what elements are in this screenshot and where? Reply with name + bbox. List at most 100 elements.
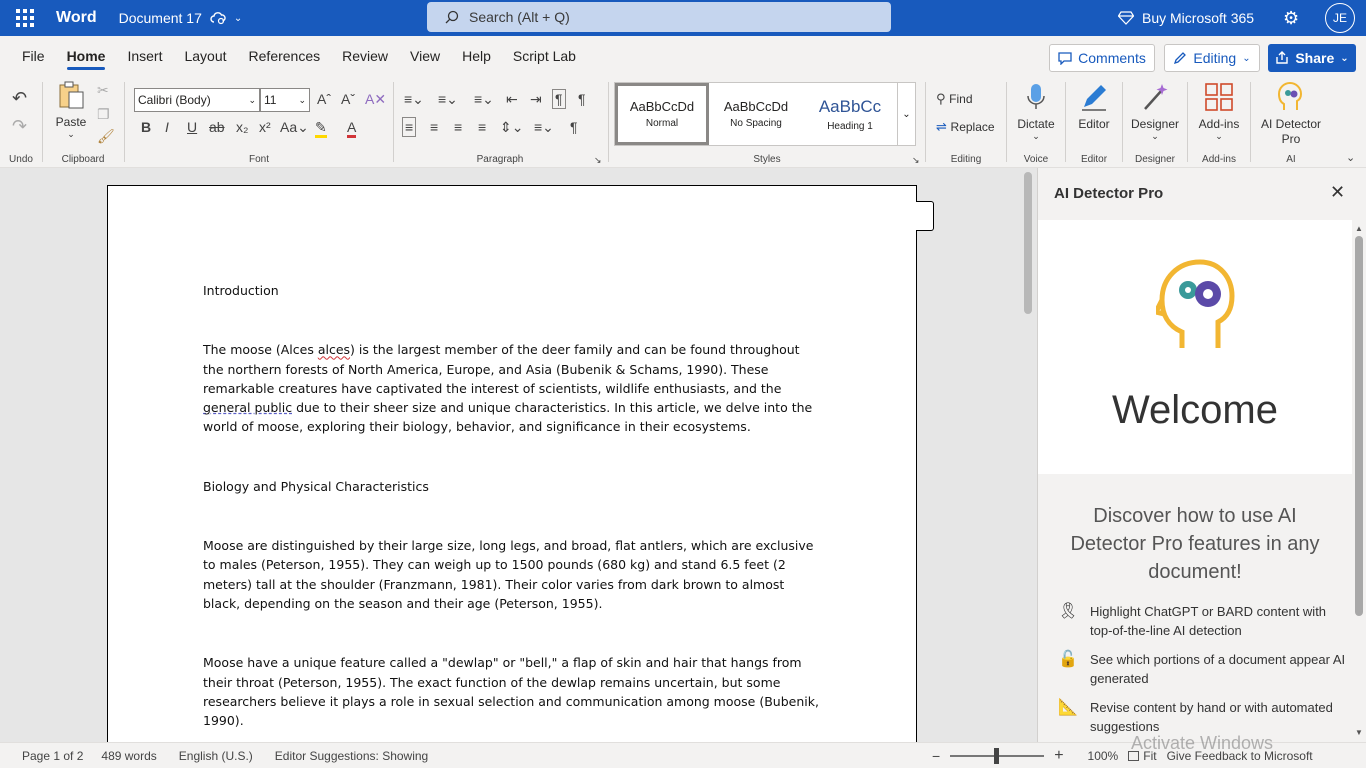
superscript-icon[interactable]: x² bbox=[259, 119, 271, 135]
word-count[interactable]: 489 words bbox=[101, 749, 156, 763]
show-marks-icon[interactable]: ¶ bbox=[570, 119, 578, 135]
clear-formatting-icon[interactable]: A✕ bbox=[365, 91, 386, 107]
zoom-in-button[interactable]: + bbox=[1054, 747, 1063, 765]
bold-icon[interactable]: B bbox=[141, 119, 151, 135]
tab-home[interactable]: Home bbox=[56, 36, 117, 76]
fit-label[interactable]: Fit bbox=[1143, 749, 1156, 763]
undo-icon[interactable]: ↶ bbox=[12, 89, 27, 107]
tab-review[interactable]: Review bbox=[331, 36, 399, 76]
chevron-down-icon[interactable]: ⌄ bbox=[1194, 131, 1244, 142]
zoom-slider-thumb[interactable] bbox=[994, 748, 1000, 764]
bullets-icon[interactable]: ≡⌄ bbox=[404, 91, 424, 107]
font-size-combo[interactable]: 11 ⌄ bbox=[260, 88, 310, 112]
chevron-down-icon[interactable]: ⌄ bbox=[248, 95, 256, 106]
zoom-level[interactable]: 100% bbox=[1088, 749, 1119, 763]
chevron-down-icon[interactable]: ⌄ bbox=[1127, 131, 1183, 142]
numbering-icon[interactable]: ≡⌄ bbox=[438, 91, 458, 107]
underline-icon[interactable]: U bbox=[187, 119, 197, 135]
grammar-suggestion[interactable]: general public bbox=[203, 400, 292, 415]
change-case-icon[interactable]: Aa⌄ bbox=[280, 119, 309, 135]
pane-scrollbar[interactable] bbox=[1355, 236, 1363, 616]
spelling-error[interactable]: alces bbox=[318, 342, 350, 357]
highlight-icon[interactable]: ✎ bbox=[315, 119, 327, 138]
format-painter-icon[interactable]: 🖌 bbox=[97, 128, 115, 144]
text-run[interactable]: due to their sheer size and unique chara… bbox=[203, 400, 812, 434]
ai-detector-pro-button[interactable]: AI Detector Pro bbox=[1255, 82, 1327, 147]
text-run[interactable]: The moose (Alces bbox=[203, 342, 318, 357]
justify-icon[interactable]: ≡ bbox=[478, 119, 486, 135]
heading-biology[interactable]: Biology and Physical Characteristics bbox=[203, 477, 823, 496]
editing-mode-button[interactable]: Editing ⌄ bbox=[1164, 44, 1260, 72]
document-canvas[interactable]: Introduction The moose (Alces alces) is … bbox=[0, 168, 1036, 742]
document-name[interactable]: Document 17 ⌄ bbox=[119, 10, 243, 26]
editor-suggestions-status[interactable]: Editor Suggestions: Showing bbox=[275, 749, 428, 763]
strikethrough-icon[interactable]: ab bbox=[209, 119, 225, 135]
document-page[interactable]: Introduction The moose (Alces alces) is … bbox=[107, 185, 917, 742]
tab-insert[interactable]: Insert bbox=[116, 36, 173, 76]
gear-icon[interactable]: ⚙ bbox=[1283, 8, 1299, 29]
paragraph[interactable]: Moose have a unique feature called a "de… bbox=[203, 653, 823, 730]
comments-button[interactable]: Comments bbox=[1049, 44, 1155, 72]
align-center-icon[interactable]: ≡ bbox=[430, 119, 438, 135]
font-color-icon[interactable]: A bbox=[347, 119, 357, 138]
paragraph[interactable]: The moose (Alces alces) is the largest m… bbox=[203, 340, 823, 436]
chevron-down-icon[interactable]: ⌄ bbox=[897, 83, 915, 145]
style-normal[interactable]: AaBbCcDd Normal bbox=[615, 83, 709, 145]
subscript-icon[interactable]: x₂ bbox=[236, 119, 248, 135]
redo-icon[interactable]: ↷ bbox=[12, 117, 27, 135]
paragraph[interactable]: Moose are distinguished by their large s… bbox=[203, 536, 823, 613]
tab-help[interactable]: Help bbox=[451, 36, 502, 76]
designer-button[interactable]: Designer ⌄ bbox=[1127, 82, 1183, 142]
chevron-down-icon[interactable]: ⌄ bbox=[1011, 131, 1061, 142]
collapse-ribbon-icon[interactable]: ⌄ bbox=[1346, 150, 1355, 166]
close-icon[interactable]: ✕ bbox=[1330, 182, 1345, 203]
tab-script-lab[interactable]: Script Lab bbox=[502, 36, 587, 76]
font-name-value[interactable]: Calibri (Body) bbox=[138, 93, 211, 107]
feedback-link[interactable]: Give Feedback to Microsoft bbox=[1167, 749, 1313, 763]
fit-icon[interactable] bbox=[1128, 751, 1140, 761]
align-left-icon[interactable]: ≡ bbox=[402, 117, 417, 137]
tab-view[interactable]: View bbox=[399, 36, 451, 76]
zoom-out-button[interactable]: − bbox=[932, 748, 940, 764]
tab-layout[interactable]: Layout bbox=[173, 36, 237, 76]
shrink-font-icon[interactable]: Aˇ bbox=[341, 91, 355, 107]
italic-icon[interactable]: I bbox=[165, 119, 169, 135]
rtl-icon[interactable]: ¶ bbox=[578, 91, 586, 107]
dialog-launcher-icon[interactable]: ↘ bbox=[912, 152, 920, 168]
increase-indent-icon[interactable]: ⇥ bbox=[530, 91, 542, 107]
share-button[interactable]: Share ⌄ bbox=[1268, 44, 1356, 72]
find-button[interactable]: ⚲ Find bbox=[936, 91, 973, 107]
comment-margin-marker[interactable] bbox=[916, 201, 934, 231]
replace-button[interactable]: ⇌ Replace bbox=[936, 119, 995, 135]
chevron-down-icon[interactable]: ⌄ bbox=[298, 95, 306, 106]
dictate-button[interactable]: Dictate ⌄ bbox=[1011, 82, 1061, 142]
grow-font-icon[interactable]: Aˆ bbox=[317, 91, 331, 107]
decrease-indent-icon[interactable]: ⇤ bbox=[506, 91, 518, 107]
page-count[interactable]: Page 1 of 2 bbox=[22, 749, 83, 763]
language-status[interactable]: English (U.S.) bbox=[179, 749, 253, 763]
chevron-down-icon[interactable]: ⌄ bbox=[234, 13, 242, 24]
tab-file[interactable]: File bbox=[11, 36, 56, 76]
app-launcher-button[interactable] bbox=[0, 9, 50, 27]
align-right-icon[interactable]: ≡ bbox=[454, 119, 462, 135]
heading-introduction[interactable]: Introduction bbox=[203, 281, 823, 300]
search-placeholder[interactable]: Search (Alt + Q) bbox=[469, 9, 570, 25]
cut-icon[interactable]: ✂ bbox=[97, 82, 109, 98]
scroll-up-icon[interactable]: ▲ bbox=[1355, 224, 1363, 233]
document-body[interactable]: Introduction The moose (Alces alces) is … bbox=[203, 281, 823, 730]
style-heading-1[interactable]: AaBbCc Heading 1 bbox=[803, 83, 897, 145]
buy-label[interactable]: Buy Microsoft 365 bbox=[1142, 10, 1254, 26]
search-box[interactable]: Search (Alt + Q) bbox=[427, 2, 891, 32]
document-scrollbar[interactable] bbox=[1024, 172, 1032, 314]
document-title[interactable]: Document 17 bbox=[119, 10, 202, 26]
line-spacing-icon[interactable]: ⇕⌄ bbox=[500, 119, 523, 135]
ltr-icon[interactable]: ¶ bbox=[552, 89, 566, 109]
app-name[interactable]: Word bbox=[56, 9, 97, 27]
addins-button[interactable]: Add-ins ⌄ bbox=[1194, 82, 1244, 142]
paragraph-spacing-icon[interactable]: ≡⌄ bbox=[534, 119, 554, 135]
dialog-launcher-icon[interactable]: ↘ bbox=[594, 152, 602, 168]
multilevel-list-icon[interactable]: ≡⌄ bbox=[474, 91, 494, 107]
tab-references[interactable]: References bbox=[238, 36, 332, 76]
font-size-value[interactable]: 11 bbox=[264, 93, 276, 107]
paste-button[interactable]: Paste ⌄ bbox=[53, 80, 89, 140]
